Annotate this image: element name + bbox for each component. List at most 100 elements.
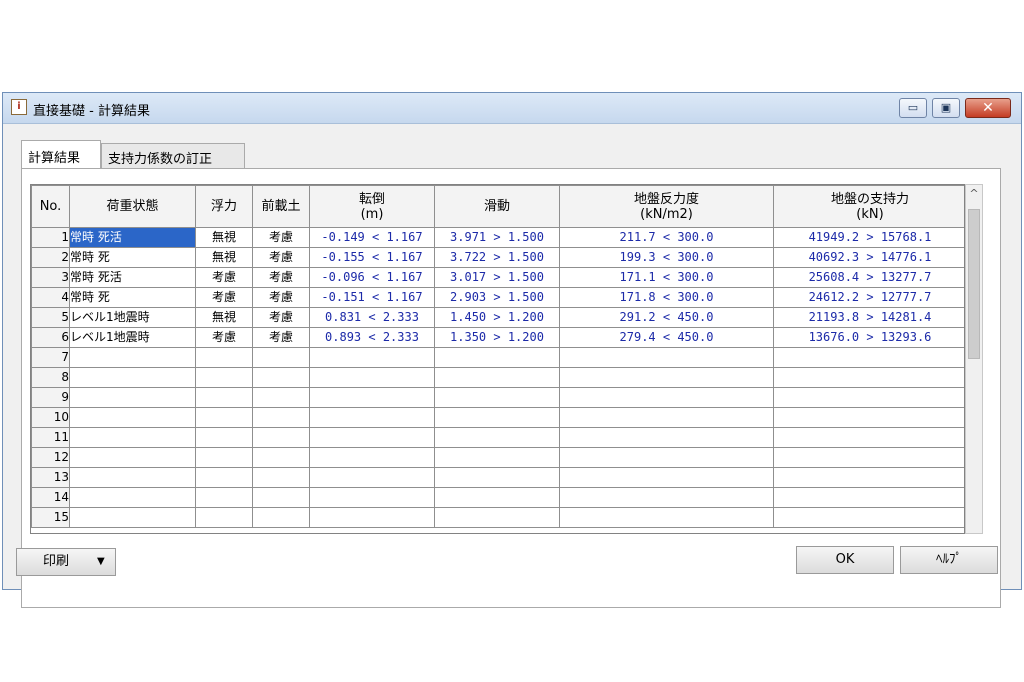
title-bar[interactable]: i 直接基礎 - 計算結果 ▭ ▣ ✕ (3, 93, 1021, 124)
cell-buoyancy[interactable]: 無視 (195, 307, 253, 328)
cell-reaction[interactable]: 199.3 < 300.0 (559, 247, 774, 268)
cell-front-soil[interactable]: 考慮 (252, 267, 310, 288)
scroll-thumb[interactable] (968, 209, 980, 359)
scroll-up-icon[interactable]: ^ (966, 187, 982, 200)
header-overturn-unit: (m) (360, 206, 384, 222)
cell-buoyancy[interactable]: 考慮 (195, 287, 253, 308)
cell-sliding[interactable]: 2.903 > 1.500 (434, 287, 560, 308)
cell-reaction[interactable]: 211.7 < 300.0 (559, 227, 774, 248)
cell-reaction[interactable]: 291.2 < 450.0 (559, 307, 774, 328)
cell-front-soil[interactable]: 考慮 (252, 287, 310, 308)
header-overturn-label: 転倒 (358, 191, 385, 207)
app-icon: i (11, 99, 27, 115)
tab-calc-results[interactable]: 計算結果 (21, 140, 101, 168)
cell-sliding[interactable]: 3.971 > 1.500 (434, 227, 560, 248)
cell-buoyancy[interactable]: 考慮 (195, 267, 253, 288)
table-row[interactable]: 1 常時 死活 無視 考慮 -0.149 < 1.167 3.971 > 1.5… (31, 227, 964, 248)
cell-bearing[interactable]: 24612.2 > 12777.7 (773, 287, 964, 308)
cell-front-soil[interactable]: 考慮 (252, 307, 310, 328)
tab-bearing-coefficient[interactable]: 支持力係数の訂正 (101, 143, 245, 168)
header-reaction-label: 地盤反力度 (633, 191, 699, 207)
row-number: 15 (31, 507, 70, 528)
cell-load-case[interactable]: 常時 死 (69, 247, 196, 268)
ok-button[interactable]: OK (796, 546, 894, 574)
results-grid[interactable]: No. 荷重状態 浮力 前載土 転倒 (m) 滑動 地盤反力度 (kN/m2) 地盤… (30, 184, 965, 534)
cell-front-soil[interactable]: 考慮 (252, 327, 310, 348)
row-number: 8 (31, 367, 70, 388)
cell-bearing[interactable]: 41949.2 > 15768.1 (773, 227, 964, 248)
table-row[interactable]: 13 (31, 467, 964, 488)
cell-overturn[interactable]: -0.096 < 1.167 (309, 267, 435, 288)
table-row[interactable]: 5 レベル1地震時 無視 考慮 0.831 < 2.333 1.450 > 1.… (31, 307, 964, 328)
cell-load-case[interactable]: 常時 死活 (69, 267, 196, 288)
cell-load-case[interactable]: 常時 死 (69, 287, 196, 308)
window-title: 直接基礎 - 計算結果 (33, 104, 150, 119)
row-number: 10 (31, 407, 70, 428)
help-button[interactable]: ﾍﾙﾌﾟ (900, 546, 998, 574)
table-row[interactable]: 4 常時 死 考慮 考慮 -0.151 < 1.167 2.903 > 1.50… (31, 287, 964, 308)
minimize-button[interactable]: ▭ (899, 98, 927, 118)
cell-buoyancy[interactable]: 無視 (195, 247, 253, 268)
row-number: 9 (31, 387, 70, 408)
table-row[interactable]: 3 常時 死活 考慮 考慮 -0.096 < 1.167 3.017 > 1.5… (31, 267, 964, 288)
cell-front-soil[interactable]: 考慮 (252, 227, 310, 248)
header-front-soil: 前載土 (252, 185, 310, 228)
vertical-scrollbar[interactable]: ^ (965, 184, 983, 534)
header-reaction: 地盤反力度 (kN/m2) (559, 185, 774, 228)
cell-bearing[interactable]: 21193.8 > 14281.4 (773, 307, 964, 328)
table-row[interactable]: 12 (31, 447, 964, 468)
table-row[interactable]: 8 (31, 367, 964, 388)
cell-overturn[interactable]: -0.155 < 1.167 (309, 247, 435, 268)
cell-bearing[interactable]: 40692.3 > 14776.1 (773, 247, 964, 268)
cell-sliding[interactable]: 3.722 > 1.500 (434, 247, 560, 268)
table-row[interactable]: 7 (31, 347, 964, 368)
cell-buoyancy[interactable]: 無視 (195, 227, 253, 248)
row-number: 6 (31, 327, 70, 348)
header-load-case: 荷重状態 (69, 185, 196, 228)
table-row[interactable]: 6 レベル1地震時 考慮 考慮 0.893 < 2.333 1.350 > 1.… (31, 327, 964, 348)
row-number: 12 (31, 447, 70, 468)
cell-overturn[interactable]: -0.149 < 1.167 (309, 227, 435, 248)
cell-overturn[interactable]: 0.831 < 2.333 (309, 307, 435, 328)
cell-load-case[interactable]: 常時 死活 (69, 227, 196, 248)
cell-load-case[interactable]: レベル1地震時 (69, 307, 196, 328)
cell-reaction[interactable]: 171.8 < 300.0 (559, 287, 774, 308)
print-button[interactable]: 印刷 ▼ (16, 548, 116, 576)
chevron-down-icon[interactable]: ▼ (97, 549, 105, 575)
cell-sliding[interactable]: 3.017 > 1.500 (434, 267, 560, 288)
row-number: 13 (31, 467, 70, 488)
cell-front-soil[interactable]: 考慮 (252, 247, 310, 268)
row-number: 4 (31, 287, 70, 308)
row-number: 7 (31, 347, 70, 368)
row-number: 1 (31, 227, 70, 248)
header-bearing-unit: (kN) (856, 206, 884, 222)
header-overturn: 転倒 (m) (309, 185, 435, 228)
header-sliding: 滑動 (434, 185, 560, 228)
cell-overturn[interactable]: 0.893 < 2.333 (309, 327, 435, 348)
table-row[interactable]: 15 (31, 507, 964, 528)
header-bearing: 地盤の支持力 (kN) (773, 185, 964, 228)
cell-reaction[interactable]: 171.1 < 300.0 (559, 267, 774, 288)
header-reaction-unit: (kN/m2) (640, 206, 693, 222)
table-row[interactable]: 10 (31, 407, 964, 428)
cell-buoyancy[interactable]: 考慮 (195, 327, 253, 348)
header-buoyancy: 浮力 (195, 185, 253, 228)
header-no: No. (31, 185, 70, 228)
cell-bearing[interactable]: 13676.0 > 13293.6 (773, 327, 964, 348)
table-row[interactable]: 2 常時 死 無視 考慮 -0.155 < 1.167 3.722 > 1.50… (31, 247, 964, 268)
row-number: 14 (31, 487, 70, 508)
cell-load-case[interactable]: レベル1地震時 (69, 327, 196, 348)
row-number: 2 (31, 247, 70, 268)
table-row[interactable]: 11 (31, 427, 964, 448)
table-row[interactable]: 9 (31, 387, 964, 408)
header-bearing-label: 地盤の支持力 (830, 191, 909, 207)
maximize-button[interactable]: ▣ (932, 98, 960, 118)
row-number: 3 (31, 267, 70, 288)
close-button[interactable]: ✕ (965, 98, 1011, 118)
cell-overturn[interactable]: -0.151 < 1.167 (309, 287, 435, 308)
cell-sliding[interactable]: 1.350 > 1.200 (434, 327, 560, 348)
cell-bearing[interactable]: 25608.4 > 13277.7 (773, 267, 964, 288)
cell-sliding[interactable]: 1.450 > 1.200 (434, 307, 560, 328)
cell-reaction[interactable]: 279.4 < 450.0 (559, 327, 774, 348)
table-row[interactable]: 14 (31, 487, 964, 508)
